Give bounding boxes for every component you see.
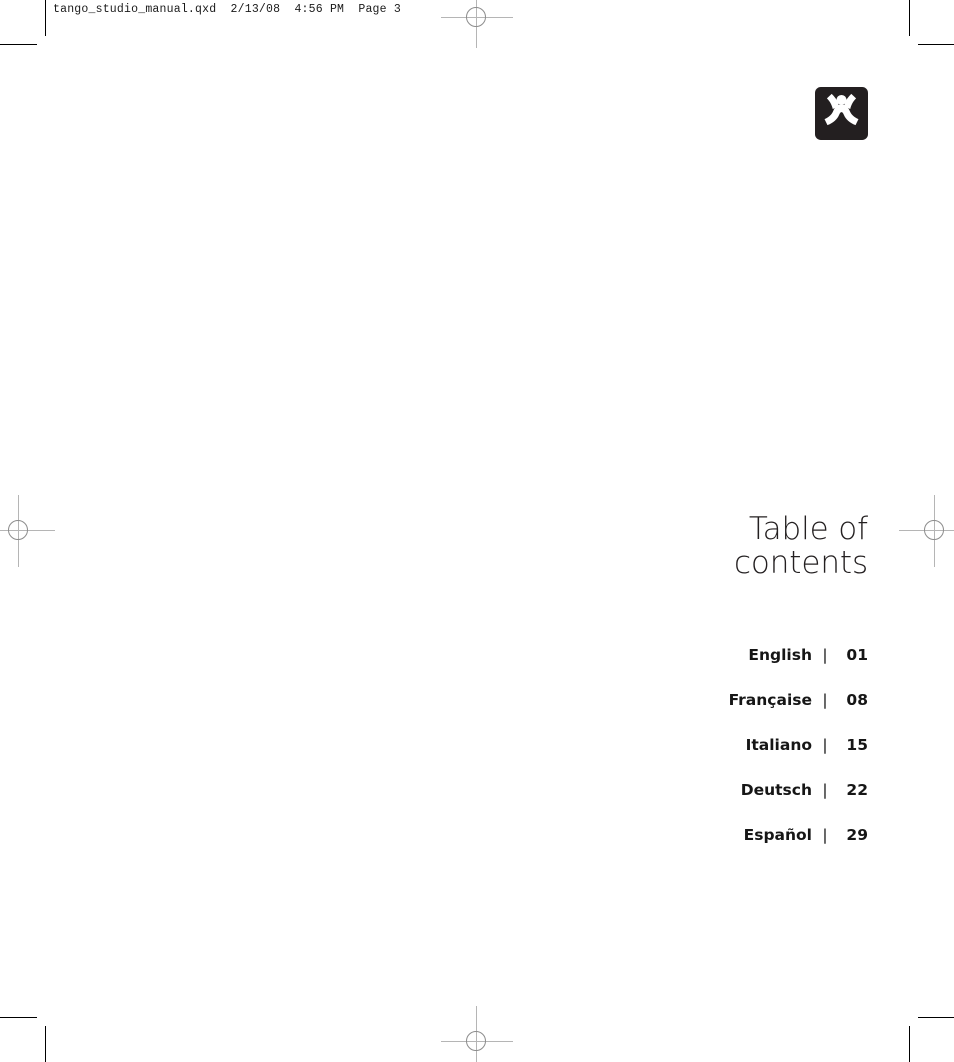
registration-target-left-icon xyxy=(0,495,55,567)
print-slug-text: tango_studio_manual.qxd 2/13/08 4:56 PM … xyxy=(53,3,401,16)
toc-entry-language: English xyxy=(748,646,812,664)
toc-entry-page-number: 15 xyxy=(846,736,868,754)
toc-entry-language: Deutsch xyxy=(740,781,812,799)
registration-target-top-icon xyxy=(441,0,513,54)
toc-entry-separator: | xyxy=(822,691,828,709)
toc-entry-separator: | xyxy=(822,826,828,844)
toc-entry-language: Italiano xyxy=(745,736,812,754)
toc-entry-page-number: 22 xyxy=(846,781,868,799)
crop-mark-top-right-horizontal xyxy=(918,44,954,45)
registration-ring xyxy=(924,520,944,540)
toc-entry-espanol[interactable]: Español | 29 xyxy=(468,813,868,858)
page-title-line-2: contents xyxy=(733,545,868,581)
toc-entry-francaise[interactable]: Française | 08 xyxy=(468,678,868,723)
toc-entry-page-number: 01 xyxy=(846,646,868,664)
page-title: Table of contents xyxy=(468,512,868,580)
toc-entry-separator: | xyxy=(822,781,828,799)
document-page: tango_studio_manual.qxd 2/13/08 4:56 PM … xyxy=(0,0,954,1062)
toc-entry-english[interactable]: English | 01 xyxy=(468,633,868,678)
toc-entry-page-number: 08 xyxy=(846,691,868,709)
crop-mark-bottom-left-horizontal xyxy=(0,1017,37,1018)
toc-entry-list: English | 01 Française | 08 Italiano | 15 Deut… xyxy=(468,633,868,858)
toc-entry-page-number: 29 xyxy=(846,826,868,844)
crop-mark-top-left-horizontal xyxy=(0,44,37,45)
toc-entry-separator: | xyxy=(822,736,828,754)
toc-entry-italiano[interactable]: Italiano | 15 xyxy=(468,723,868,768)
registration-ring xyxy=(466,1031,486,1051)
registration-target-right-icon xyxy=(899,495,954,567)
page-title-line-1: Table of xyxy=(748,511,868,547)
crop-mark-bottom-left-vertical xyxy=(45,1026,46,1062)
registration-ring xyxy=(8,520,28,540)
toc-entry-language: Française xyxy=(728,691,812,709)
crop-mark-bottom-right-horizontal xyxy=(918,1017,954,1018)
toc-entry-separator: | xyxy=(822,646,828,664)
crop-mark-bottom-right-vertical xyxy=(909,1026,910,1062)
table-of-contents-block: Table of contents English | 01 Française | 0… xyxy=(468,512,869,858)
registration-ring xyxy=(466,7,486,27)
crop-mark-top-left-vertical xyxy=(45,0,46,36)
toc-entry-deutsch[interactable]: Deutsch | 22 xyxy=(468,768,868,813)
crop-mark-top-right-vertical xyxy=(909,0,910,36)
toc-entry-language: Español xyxy=(743,826,812,844)
brand-logo-icon xyxy=(815,87,868,140)
registration-target-bottom-icon xyxy=(441,1006,513,1062)
